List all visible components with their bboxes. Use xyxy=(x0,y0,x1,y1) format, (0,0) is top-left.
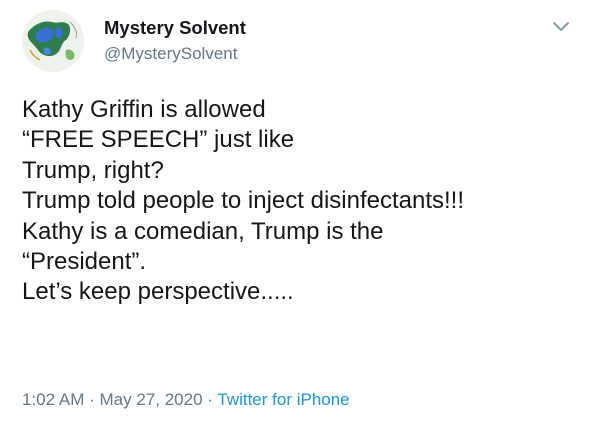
chevron-down-icon xyxy=(553,22,569,31)
author-display-name[interactable]: Mystery Solvent xyxy=(104,17,246,39)
tweet-text-line: Kathy Griffin is allowed xyxy=(22,96,266,123)
tweet-card: Mystery Solvent @MysterySolvent Kathy Gr… xyxy=(0,0,595,425)
tweet-text: Kathy Griffin is allowed “FREE SPEECH” j… xyxy=(22,95,587,308)
tweet-text-line: Let’s keep perspective..... xyxy=(22,278,294,306)
tweet-time[interactable]: 1:02 AM xyxy=(22,390,84,409)
avatar[interactable] xyxy=(22,10,84,72)
tweet-text-line: “FREE SPEECH” just like xyxy=(22,126,295,154)
tweet-metadata: 1:02 AM · May 27, 2020 · Twitter for iPh… xyxy=(22,390,350,410)
tweet-menu-button[interactable] xyxy=(548,14,574,40)
tweet-text-line: Trump told people to inject disinfectant… xyxy=(22,187,465,215)
author-handle[interactable]: @MysterySolvent xyxy=(104,44,237,64)
tweet-text-line: Trump, right? xyxy=(22,156,164,184)
tweet-source-link[interactable]: Twitter for iPhone xyxy=(217,390,349,409)
meta-separator: · xyxy=(89,390,95,409)
tweet-text-line: Kathy is a comedian, Trump is the xyxy=(22,217,384,245)
meta-separator: · xyxy=(207,390,213,409)
lake-map-avatar-icon xyxy=(22,10,84,72)
tweet-text-line: “President”. xyxy=(22,248,147,276)
tweet-date[interactable]: May 27, 2020 xyxy=(100,390,203,409)
